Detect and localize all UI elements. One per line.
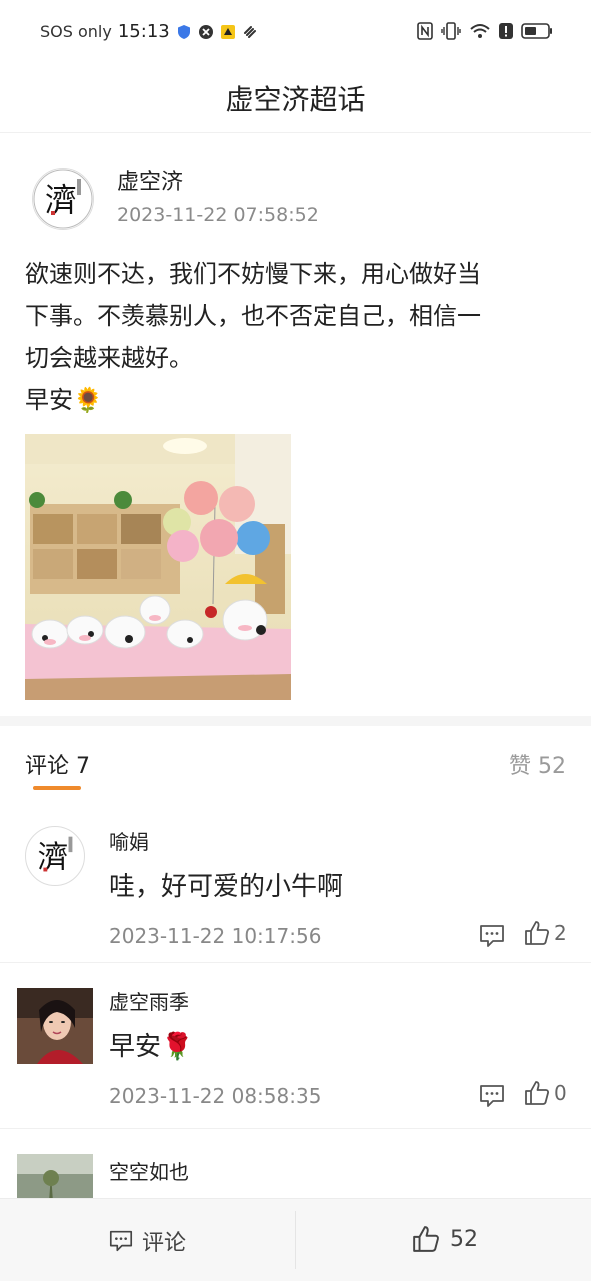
comment-action-label: 评论 [142,1231,187,1256]
post-text-line: 欲速则不达，我们不妨慢下来，用心做好当 [25,260,481,288]
post-timestamp: 2023-11-22 07:58:52 [117,204,319,226]
battery-icon [521,23,552,39]
comment-text: 早安🌹 [109,1032,194,1062]
post-content: 欲速则不达，我们不妨慢下来，用心做好当 下事。不羡慕别人，也不否定自己，相信一 … [25,253,565,421]
calligraphy-avatar-icon: 濟 [33,169,93,229]
comment-like-button[interactable]: 0 [524,1080,567,1106]
comment-item: 空空如也 [0,1128,591,1198]
post-text-line: 早安🌻 [25,386,103,414]
carrier-text: SOS only [40,22,112,41]
wifi-icon [470,24,490,38]
commenter-avatar[interactable] [17,988,93,1064]
thumbs-up-icon [525,921,550,945]
shield-icon [177,24,190,39]
rose-emoji: 🌹 [161,1032,194,1062]
like-action-button[interactable]: 52 [412,1225,478,1253]
section-divider [0,716,591,726]
commenter-avatar[interactable]: 濟 [25,826,85,886]
sunflower-emoji: 🌻 [73,386,103,414]
reply-icon[interactable] [478,922,506,950]
status-right [417,22,553,40]
tab-likes[interactable]: 赞 52 [509,748,566,780]
calligraphy-avatar-icon: 濟 [26,827,84,885]
comment-item: 虚空雨季 早安🌹 2023-11-22 08:58:35 0 [0,962,591,1129]
commenter-avatar[interactable] [17,1154,93,1198]
like-count: 52 [450,1226,478,1252]
bottom-bar-divider [295,1211,296,1269]
portrait-photo [17,988,93,1064]
comment-item: 濟 喻娟 哇，好可爱的小牛啊 2023-11-22 10:17:56 2 [0,802,591,963]
comment-text: 哇，好可爱的小牛啊 [109,872,344,902]
post-text-line: 下事。不羡慕别人，也不否定自己，相信一 [25,302,481,330]
comment-icon [109,1230,133,1252]
app-notification-icon [220,24,235,39]
cow-figurines-photo [25,434,291,700]
commenter-name[interactable]: 虚空雨季 [109,986,189,1015]
comment-action-button[interactable]: 评论 [108,1225,186,1257]
active-tab-indicator [33,786,81,790]
thumbs-up-icon [525,1081,550,1105]
comment-like-count: 0 [554,1081,567,1105]
comment-timestamp: 2023-11-22 10:17:56 [109,924,322,948]
post-author-avatar[interactable]: 濟 [32,168,94,230]
comment-like-tabs: 评论 7 赞 52 [0,726,591,802]
comment-like-count: 2 [554,921,567,945]
comment-timestamp: 2023-11-22 08:58:35 [109,1084,322,1108]
status-left: SOS only 15:13 [40,21,258,42]
status-bar: SOS only 15:13 [0,0,591,64]
post-photo[interactable] [25,434,291,700]
thumbs-up-icon [413,1226,439,1252]
reply-icon[interactable] [478,1082,506,1110]
nfc-icon [417,22,433,40]
svg-text:濟: 濟 [38,840,69,876]
bottom-action-bar: 评论 52 [0,1198,591,1281]
clock: 15:13 [117,21,170,42]
post-author-name[interactable]: 虚空济 [117,164,183,196]
tab-comments[interactable]: 评论 7 [25,748,90,780]
title-bar: 虚空济超话 [0,64,591,133]
comment-like-button[interactable]: 2 [524,920,567,946]
vibrate-icon [441,22,461,40]
block-icon [198,24,213,39]
page-title: 虚空济超话 [225,83,366,116]
post-text-line: 切会越来越好。 [25,344,193,372]
alert-icon [499,23,513,39]
link-icon [243,25,256,38]
commenter-name[interactable]: 空空如也 [109,1156,189,1185]
svg-text:濟: 濟 [45,181,77,219]
landscape-photo [17,1154,93,1198]
commenter-name[interactable]: 喻娟 [109,826,149,855]
